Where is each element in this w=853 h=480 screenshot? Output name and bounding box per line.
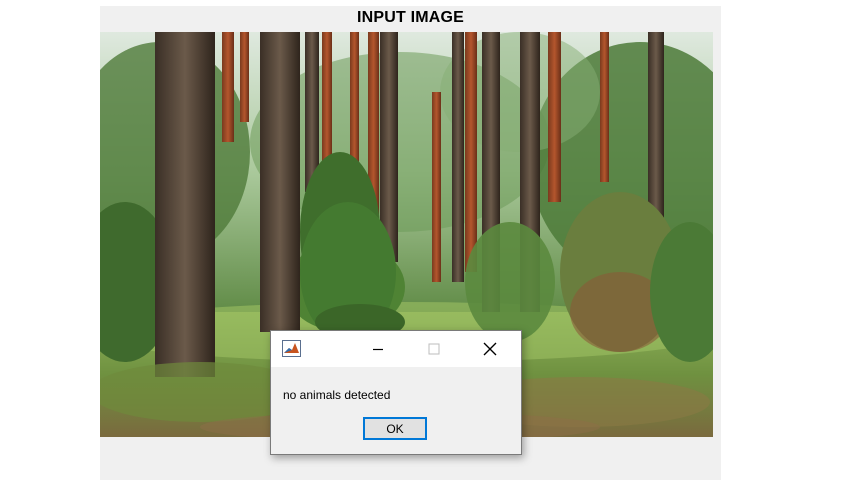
message-dialog: no animals detected OK <box>270 330 522 455</box>
figure-title: INPUT IMAGE <box>356 9 465 26</box>
minimize-icon <box>373 348 383 351</box>
matlab-icon <box>282 340 301 357</box>
minimize-button[interactable] <box>355 331 401 367</box>
dialog-message: no animals detected <box>283 388 391 402</box>
ok-button[interactable]: OK <box>363 417 427 440</box>
maximize-icon <box>428 343 440 355</box>
dialog-titlebar[interactable] <box>271 331 521 367</box>
close-icon <box>483 342 497 356</box>
screen: INPUT IMAGE no animals detected OK <box>0 0 853 480</box>
close-button[interactable] <box>467 331 513 367</box>
maximize-button <box>411 331 457 367</box>
